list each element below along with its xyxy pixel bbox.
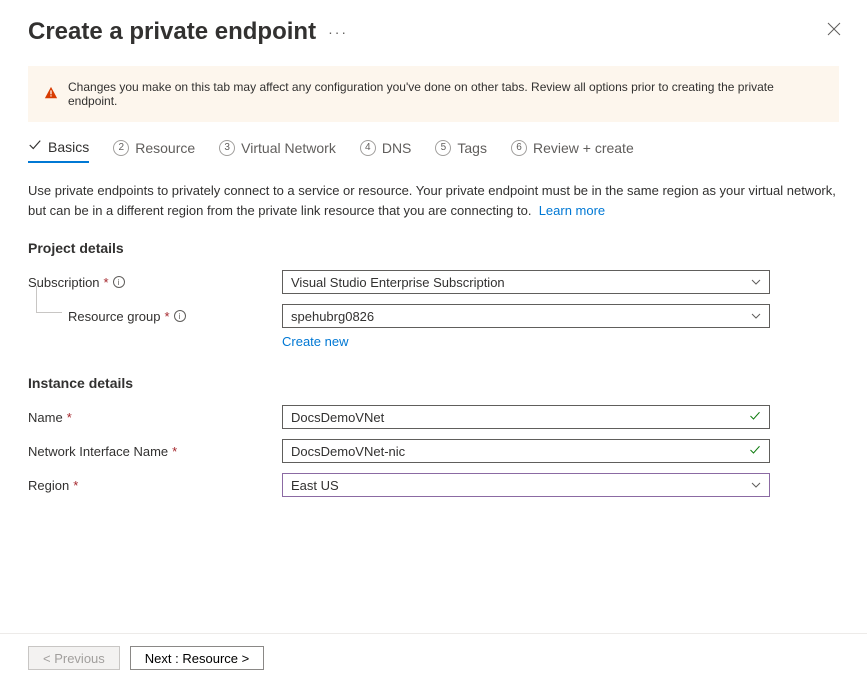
tab-dns-label: DNS xyxy=(382,140,412,156)
tab-number-icon: 2 xyxy=(113,140,129,156)
tree-connector-icon xyxy=(28,304,68,328)
previous-button: < Previous xyxy=(28,646,120,670)
check-icon xyxy=(28,138,42,155)
required-icon: * xyxy=(172,444,177,459)
name-value: DocsDemoVNet xyxy=(291,410,384,425)
learn-more-link[interactable]: Learn more xyxy=(539,203,605,218)
tab-number-icon: 4 xyxy=(360,140,376,156)
close-button[interactable] xyxy=(827,22,843,38)
footer: < Previous Next : Resource > xyxy=(0,633,867,682)
warning-text: Changes you make on this tab may affect … xyxy=(68,80,823,108)
tab-basics-label: Basics xyxy=(48,139,89,155)
tab-number-icon: 3 xyxy=(219,140,235,156)
subscription-label: Subscription * i xyxy=(28,275,282,290)
warning-icon xyxy=(44,86,58,103)
required-icon: * xyxy=(104,275,109,290)
tab-number-icon: 5 xyxy=(435,140,451,156)
subscription-value: Visual Studio Enterprise Subscription xyxy=(291,275,505,290)
tab-review-label: Review + create xyxy=(533,140,634,156)
chevron-down-icon xyxy=(751,480,761,491)
nic-name-value: DocsDemoVNet-nic xyxy=(291,444,405,459)
chevron-down-icon xyxy=(751,277,761,288)
required-icon: * xyxy=(73,478,78,493)
tab-number-icon: 6 xyxy=(511,140,527,156)
page-title: Create a private endpoint xyxy=(28,18,316,46)
tab-virtual-network-label: Virtual Network xyxy=(241,140,336,156)
subscription-select[interactable]: Visual Studio Enterprise Subscription xyxy=(282,270,770,294)
required-icon: * xyxy=(165,309,170,324)
region-label: Region * xyxy=(28,478,282,493)
required-icon: * xyxy=(67,410,72,425)
create-new-link[interactable]: Create new xyxy=(282,334,839,349)
region-select[interactable]: East US xyxy=(282,473,770,497)
tab-virtual-network[interactable]: 3 Virtual Network xyxy=(219,138,336,163)
description-text: Use private endpoints to privately conne… xyxy=(28,181,839,220)
instance-details-heading: Instance details xyxy=(28,375,839,391)
nic-name-input[interactable]: DocsDemoVNet-nic xyxy=(282,439,770,463)
resource-group-select[interactable]: spehubrg0826 xyxy=(282,304,770,328)
next-button[interactable]: Next : Resource > xyxy=(130,646,264,670)
info-icon[interactable]: i xyxy=(113,276,125,288)
tab-resource[interactable]: 2 Resource xyxy=(113,138,195,163)
chevron-down-icon xyxy=(751,311,761,322)
tab-tags[interactable]: 5 Tags xyxy=(435,138,487,163)
name-label: Name * xyxy=(28,410,282,425)
tab-dns[interactable]: 4 DNS xyxy=(360,138,412,163)
name-input[interactable]: DocsDemoVNet xyxy=(282,405,770,429)
resource-group-value: spehubrg0826 xyxy=(291,309,374,324)
warning-banner: Changes you make on this tab may affect … xyxy=(28,66,839,122)
resource-group-label: Resource group * i xyxy=(68,309,282,324)
close-icon xyxy=(827,22,841,36)
nic-name-label: Network Interface Name * xyxy=(28,444,282,459)
tabs-container: Basics 2 Resource 3 Virtual Network 4 DN… xyxy=(0,138,867,163)
tab-tags-label: Tags xyxy=(457,140,487,156)
tab-review[interactable]: 6 Review + create xyxy=(511,138,634,163)
more-options-icon[interactable]: ··· xyxy=(328,24,348,40)
project-details-heading: Project details xyxy=(28,240,839,256)
valid-check-icon xyxy=(749,410,761,425)
tab-resource-label: Resource xyxy=(135,140,195,156)
tab-basics[interactable]: Basics xyxy=(28,138,89,163)
info-icon[interactable]: i xyxy=(174,310,186,322)
region-value: East US xyxy=(291,478,339,493)
valid-check-icon xyxy=(749,444,761,459)
